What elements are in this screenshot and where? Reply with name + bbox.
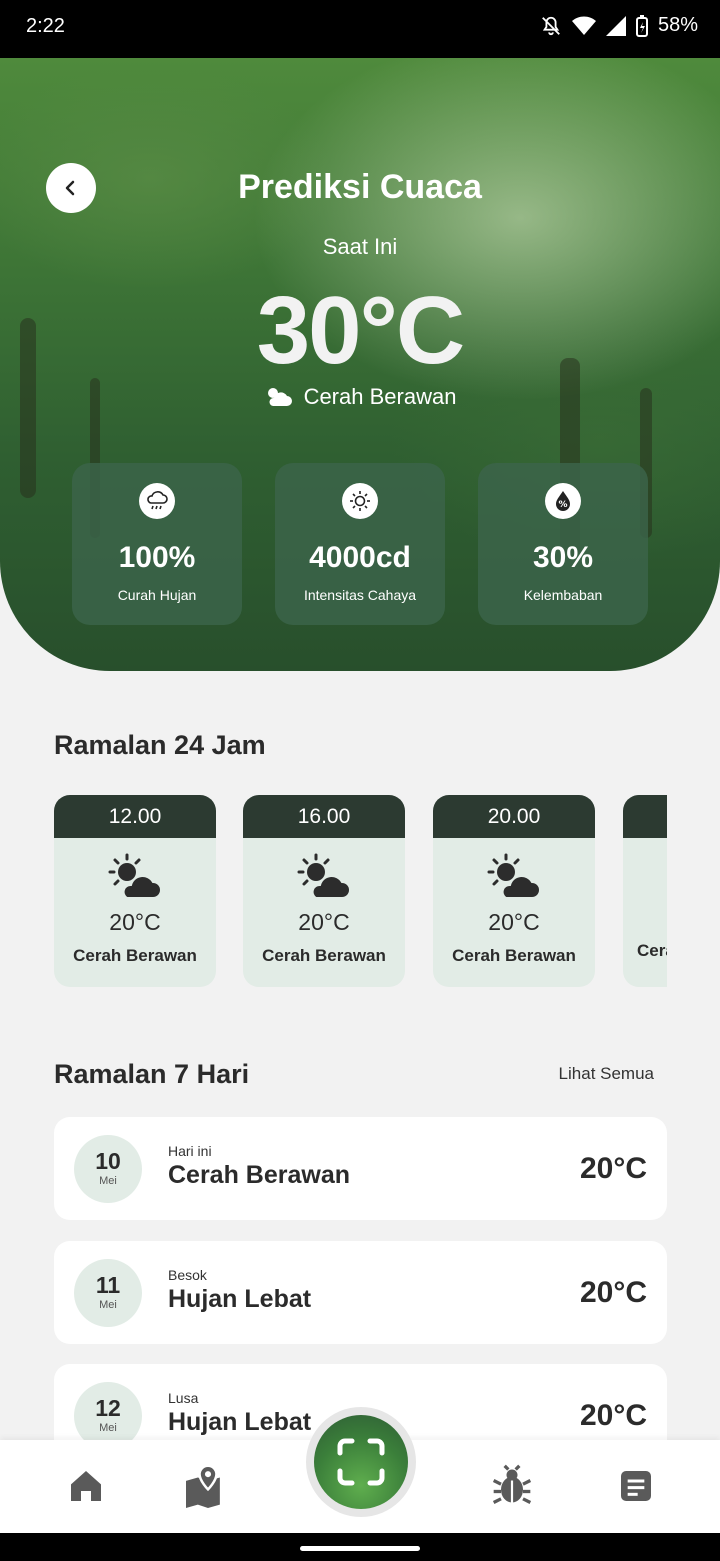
date-month: Mei <box>99 1422 117 1434</box>
hourly-condition: Cerah Berawan <box>73 946 197 965</box>
partly-cloudy-icon <box>487 853 541 899</box>
partly-cloudy-icon <box>108 853 162 899</box>
battery-icon <box>635 14 648 37</box>
rain-cloud-icon <box>139 483 175 519</box>
current-condition-label: Cerah Berawan <box>303 384 457 409</box>
weather-hero: Prediksi Cuaca Saat Ini 30°C Cerah Beraw… <box>0 58 720 671</box>
hourly-time <box>623 795 667 838</box>
date-month: Mei <box>99 1175 117 1187</box>
date-day: 10 <box>95 1148 121 1174</box>
current-temperature: 30°C <box>256 277 466 384</box>
partly-cloudy-icon <box>267 388 292 406</box>
humidity-drop-icon: % <box>545 483 581 519</box>
bug-icon <box>492 1464 532 1504</box>
date-badge: 10 Mei <box>74 1135 142 1203</box>
hourly-condition: Cerah Berawan <box>452 946 576 965</box>
gesture-bar <box>0 1533 720 1561</box>
date-badge: 11 Mei <box>74 1259 142 1327</box>
current-label: Saat Ini <box>322 234 398 259</box>
nav-home[interactable] <box>62 1462 110 1510</box>
see-all-link[interactable]: Lihat Semua <box>559 1064 654 1084</box>
hourly-condition: Cerah Berawan <box>262 946 386 965</box>
daily-temp: 20°C <box>579 1276 647 1309</box>
daily-condition: Hujan Lebat <box>168 1408 312 1436</box>
hourly-card[interactable]: Cerah Berawan <box>623 795 667 987</box>
battery-percent: 58% <box>657 14 698 36</box>
home-indicator[interactable] <box>300 1546 420 1551</box>
hourly-temp <box>623 904 667 931</box>
status-icons: 58% <box>540 14 698 37</box>
daily-relative-day: Lusa <box>168 1390 199 1406</box>
hourly-time: 16.00 <box>243 795 405 838</box>
document-icon <box>621 1471 651 1501</box>
date-day: 11 <box>95 1272 121 1298</box>
date-day: 12 <box>95 1395 121 1421</box>
hourly-card[interactable]: 12.00 20°C Cerah Berawan <box>54 795 216 987</box>
daily-temp: 20°C <box>579 1152 647 1185</box>
scan-button-inner <box>314 1415 408 1509</box>
hourly-condition: Cerah Berawan <box>637 941 667 960</box>
hourly-time: 20.00 <box>433 795 595 838</box>
sun-icon <box>342 483 378 519</box>
daily-condition: Hujan Lebat <box>168 1285 312 1313</box>
daily-card[interactable]: 10 Mei Hari ini Cerah Berawan 20°C <box>54 1117 667 1220</box>
daily-relative-day: Besok <box>168 1267 207 1283</box>
daily-forecast-title: Ramalan 7 Hari <box>54 1059 250 1089</box>
map-icon <box>186 1464 220 1508</box>
mute-icon <box>540 15 562 37</box>
date-month: Mei <box>99 1299 117 1311</box>
nav-pests[interactable] <box>488 1462 536 1510</box>
daily-relative-day: Hari ini <box>168 1143 212 1159</box>
partly-cloudy-icon <box>297 853 351 899</box>
hourly-temp: 20°C <box>298 909 350 935</box>
hourly-forecast-list[interactable]: 12.00 20°C Cerah Berawan 16.00 20°C Cera… <box>54 795 667 990</box>
hourly-card[interactable]: 20.00 20°C Cerah Berawan <box>433 795 595 987</box>
hourly-time: 12.00 <box>54 795 216 838</box>
stat-value: 30% <box>532 541 594 574</box>
hourly-temp: 20°C <box>488 909 540 935</box>
stat-value: 100% <box>118 541 196 574</box>
daily-card[interactable]: 11 Mei Besok Hujan Lebat 20°C <box>54 1241 667 1344</box>
scan-icon <box>337 1438 385 1486</box>
stat-label: Curah Hujan <box>117 587 197 603</box>
hourly-temp: 20°C <box>109 909 161 935</box>
current-condition: Cerah Berawan <box>0 384 720 410</box>
page-title: Prediksi Cuaca <box>238 168 482 206</box>
stat-label: Kelembaban <box>523 587 603 603</box>
home-icon <box>71 1471 101 1501</box>
stat-light-intensity: 4000cd Intensitas Cahaya <box>275 463 445 625</box>
hourly-forecast-title: Ramalan 24 Jam <box>54 730 266 760</box>
stat-value: 4000cd <box>309 541 411 574</box>
daily-condition: Cerah Berawan <box>168 1161 351 1189</box>
nav-documents[interactable] <box>612 1462 660 1510</box>
hourly-card[interactable]: 16.00 20°C Cerah Berawan <box>243 795 405 987</box>
svg-text:%: % <box>558 500 567 510</box>
signal-icon <box>605 15 626 36</box>
status-bar: 2:22 58% <box>0 0 720 58</box>
stat-rainfall: 100% Curah Hujan <box>72 463 242 625</box>
nav-map[interactable] <box>184 1462 232 1510</box>
stat-humidity: % 30% Kelembaban <box>478 463 648 625</box>
stat-label: Intensitas Cahaya <box>303 587 417 603</box>
scan-button[interactable] <box>306 1407 416 1517</box>
status-time: 2:22 <box>26 15 65 37</box>
wifi-icon <box>571 16 596 36</box>
daily-temp: 20°C <box>579 1399 647 1432</box>
